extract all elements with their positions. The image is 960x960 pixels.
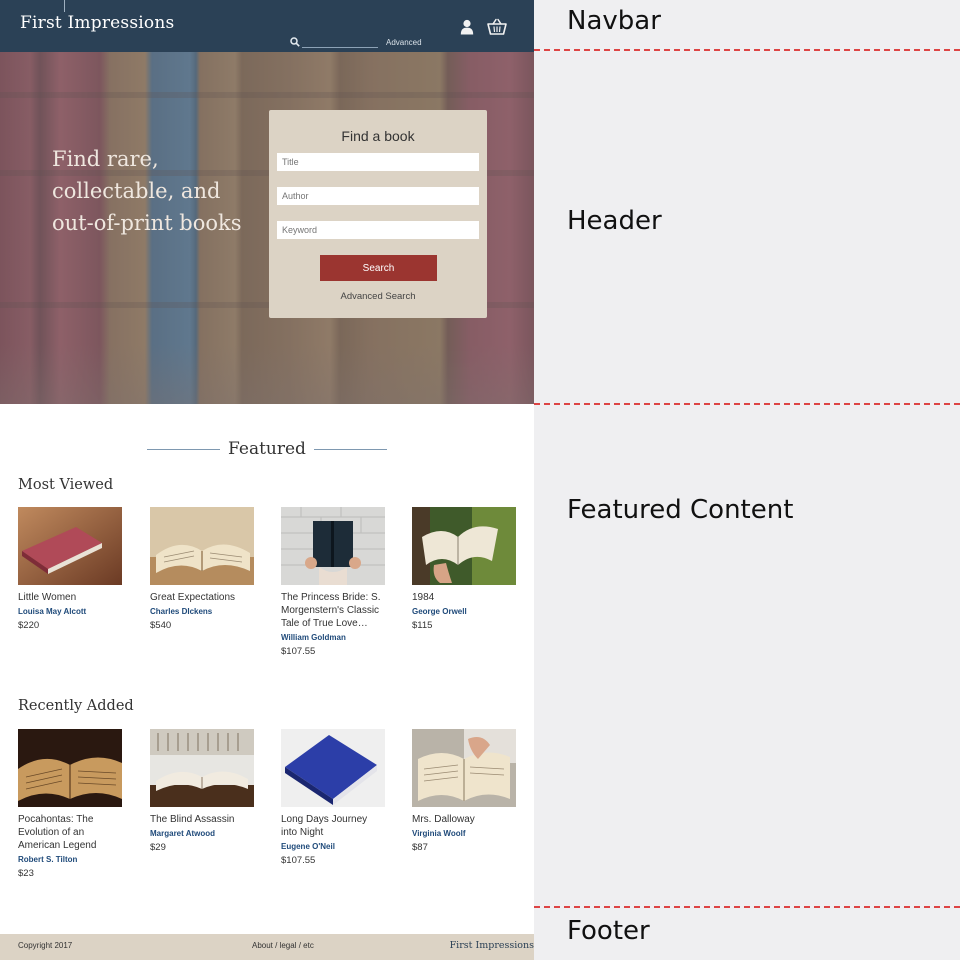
advanced-search-link[interactable]: Advanced bbox=[386, 38, 422, 47]
recently-added-heading: Recently Added bbox=[18, 698, 134, 714]
book-card[interactable]: The Princess Bride: S. Morgenstern's Cla… bbox=[281, 507, 391, 657]
book-title[interactable]: Little Women bbox=[18, 591, 122, 604]
book-image[interactable] bbox=[281, 507, 385, 585]
section-divider bbox=[534, 49, 960, 51]
featured-rule-right bbox=[314, 449, 387, 450]
book-title[interactable]: The Princess Bride: S. Morgenstern's Cla… bbox=[281, 591, 385, 630]
book-image[interactable] bbox=[150, 729, 254, 807]
keyword-field[interactable] bbox=[277, 221, 479, 239]
annotation-panel: Navbar Header Featured Content Footer bbox=[534, 0, 960, 960]
featured-title: Featured bbox=[228, 439, 306, 459]
hero-tagline: Find rare, collectable, and out-of-print… bbox=[52, 147, 242, 235]
book-price: $87 bbox=[412, 842, 428, 853]
annotation-header: Header bbox=[567, 206, 662, 236]
cart-icon[interactable] bbox=[487, 18, 507, 36]
book-title[interactable]: Mrs. Dalloway bbox=[412, 813, 516, 826]
book-title[interactable]: The Blind Assassin bbox=[150, 813, 254, 826]
book-price: $23 bbox=[18, 868, 34, 879]
book-author[interactable]: Robert S. Tilton bbox=[18, 855, 128, 864]
book-author[interactable]: Margaret Atwood bbox=[150, 829, 260, 838]
title-field[interactable] bbox=[277, 153, 479, 171]
brand-divider bbox=[64, 0, 65, 12]
find-a-book-panel: Find a book Search Advanced Search bbox=[269, 110, 487, 318]
book-author[interactable]: Virginia Woolf bbox=[412, 829, 522, 838]
search-button[interactable]: Search bbox=[320, 255, 437, 281]
book-card[interactable]: Great Expectations Charles DIckens $540 bbox=[150, 507, 260, 631]
book-title[interactable]: Pocahontas: The Evolution of an American… bbox=[18, 813, 122, 852]
footer: Copyright 2017 About / legal / etc First… bbox=[0, 934, 534, 960]
section-divider bbox=[534, 906, 960, 908]
book-price: $115 bbox=[412, 620, 433, 631]
annotation-featured: Featured Content bbox=[567, 495, 794, 525]
annotation-navbar: Navbar bbox=[567, 6, 661, 36]
book-image[interactable] bbox=[412, 507, 516, 585]
most-viewed-heading: Most Viewed bbox=[18, 477, 114, 493]
book-author[interactable]: William Goldman bbox=[281, 633, 391, 642]
footer-copyright: Copyright 2017 bbox=[18, 941, 73, 950]
book-image[interactable] bbox=[281, 729, 385, 807]
book-card[interactable]: Long Days Journey into Night Eugene O'Ne… bbox=[281, 729, 391, 866]
user-icon[interactable] bbox=[460, 19, 474, 35]
footer-logo[interactable]: First Impressions bbox=[450, 940, 534, 951]
book-author[interactable]: Charles DIckens bbox=[150, 607, 260, 616]
book-card[interactable]: 1984 George Orwell $115 bbox=[412, 507, 522, 631]
book-title[interactable]: Long Days Journey into Night bbox=[281, 813, 385, 839]
footer-links[interactable]: About / legal / etc bbox=[252, 941, 314, 950]
advanced-search-link[interactable]: Advanced Search bbox=[269, 291, 487, 302]
book-price: $107.55 bbox=[281, 646, 316, 657]
section-divider bbox=[534, 403, 960, 405]
book-card[interactable]: Little Women Louisa May Alcott $220 bbox=[18, 507, 128, 631]
author-field[interactable] bbox=[277, 187, 479, 205]
book-price: $107.55 bbox=[281, 855, 316, 866]
site-logo[interactable]: First Impressions bbox=[20, 13, 174, 33]
book-title[interactable]: 1984 bbox=[412, 591, 516, 604]
book-card[interactable]: Pocahontas: The Evolution of an American… bbox=[18, 729, 128, 879]
book-author[interactable]: Eugene O'Neil bbox=[281, 842, 391, 851]
site-mockup: First Impressions Advanced Find rare, co… bbox=[0, 0, 534, 960]
search-icon[interactable] bbox=[290, 37, 300, 47]
hero-header: Find rare, collectable, and out-of-print… bbox=[0, 52, 534, 404]
book-image[interactable] bbox=[18, 729, 122, 807]
navbar: First Impressions Advanced bbox=[0, 0, 534, 52]
search-input[interactable] bbox=[302, 34, 378, 48]
annotation-footer: Footer bbox=[567, 916, 650, 946]
book-price: $540 bbox=[150, 620, 172, 631]
book-title[interactable]: Great Expectations bbox=[150, 591, 254, 604]
book-image[interactable] bbox=[18, 507, 122, 585]
book-card[interactable]: The Blind Assassin Margaret Atwood $29 bbox=[150, 729, 260, 853]
book-image[interactable] bbox=[412, 729, 516, 807]
book-price: $29 bbox=[150, 842, 166, 853]
book-price: $220 bbox=[18, 620, 40, 631]
book-card[interactable]: Mrs. Dalloway Virginia Woolf $87 bbox=[412, 729, 522, 853]
find-a-book-title: Find a book bbox=[341, 128, 415, 144]
book-author[interactable]: George Orwell bbox=[412, 607, 522, 616]
book-author[interactable]: Louisa May Alcott bbox=[18, 607, 128, 616]
book-image[interactable] bbox=[150, 507, 254, 585]
